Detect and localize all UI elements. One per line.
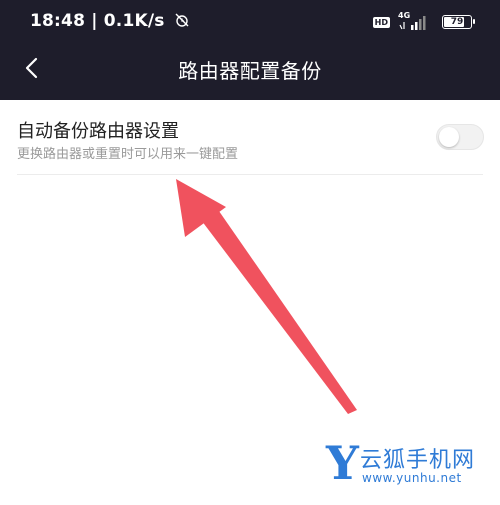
alarm-off-icon [175, 13, 189, 27]
app-header: 18:48 | 0.1K/s HD 4G 79 路由器配置备份 [0, 0, 500, 100]
row-divider [17, 174, 483, 175]
setting-subtitle: 更换路由器或重置时可以用来一键配置 [17, 147, 239, 162]
arrow-head [176, 179, 226, 237]
status-time-text: 18:48 | 0.1K/s [30, 11, 165, 31]
setting-title: 自动备份路由器设置 [17, 121, 179, 142]
auto-backup-toggle[interactable] [436, 124, 484, 150]
watermark-logo: Y 云狐手机网 www.yunhu.net [326, 436, 496, 490]
watermark-name: 云狐手机网 [360, 448, 476, 473]
status-icons: HD 4G 79 [372, 11, 475, 31]
arrow-shaft [192, 201, 357, 414]
toggle-knob [439, 127, 459, 147]
page-title: 路由器配置备份 [178, 59, 322, 83]
status-bar: 18:48 | 0.1K/s HD 4G 79 [0, 0, 500, 44]
battery-icon: 79 [442, 15, 475, 29]
status-time: 18:48 | 0.1K/s [30, 11, 190, 31]
signal-indicator: 4G [398, 11, 434, 31]
watermark-url: www.yunhu.net [362, 471, 462, 485]
battery-level: 79 [450, 17, 464, 27]
signal-icon [399, 16, 426, 30]
auto-backup-setting-row[interactable]: 自动备份路由器设置 更换路由器或重置时可以用来一键配置 [0, 100, 500, 175]
hd-badge: HD [372, 16, 390, 28]
watermark-letter: Y [326, 436, 359, 490]
